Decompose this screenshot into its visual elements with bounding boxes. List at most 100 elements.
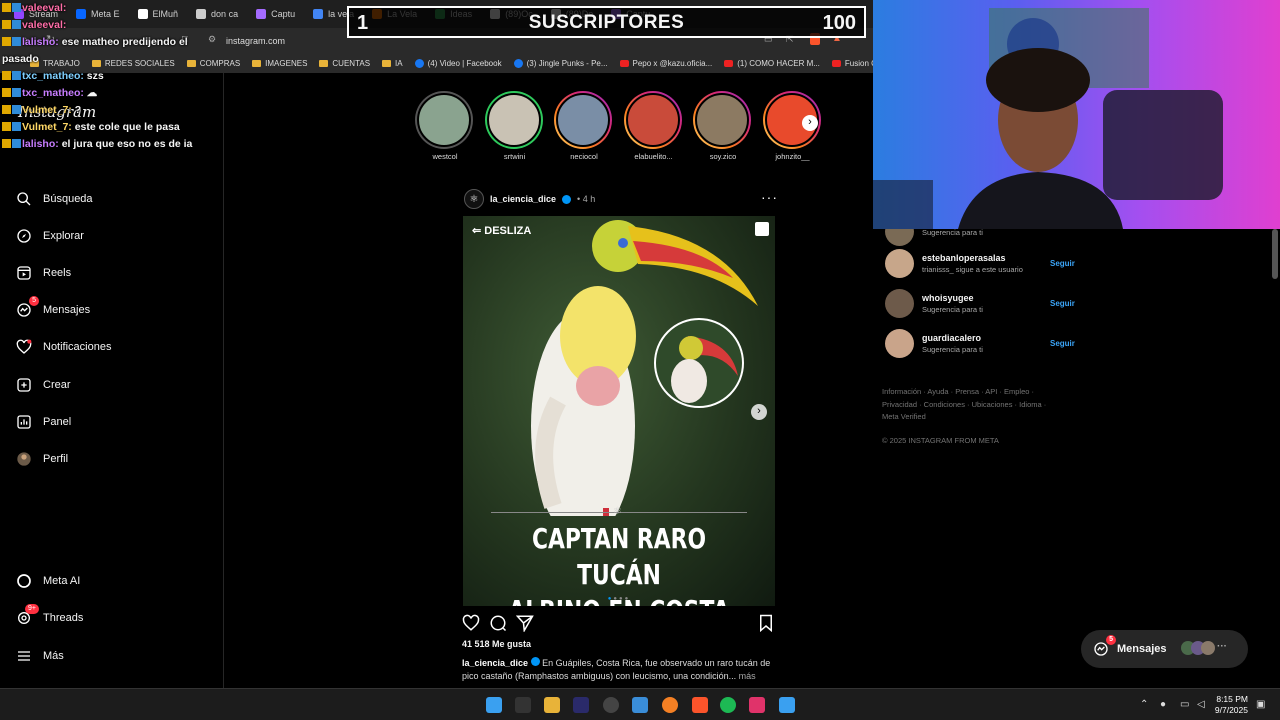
chat-message: valeeval: <box>2 0 227 17</box>
nav-item-reels[interactable]: Reels <box>16 265 71 281</box>
nav-item-explorar[interactable]: Explorar <box>16 228 84 244</box>
comment-icon[interactable] <box>489 614 507 632</box>
nav-item-panel[interactable]: Panel <box>16 414 71 430</box>
avatar[interactable] <box>885 249 914 278</box>
story-ring <box>693 91 751 149</box>
follow-button[interactable]: Seguir <box>1050 339 1075 348</box>
suggestion-username[interactable]: estebanloperasalas <box>922 253 1023 263</box>
suggestion-subtitle: trianisss_ sigue a este usuario <box>922 265 1023 274</box>
bookmark-label: (4) Video | Facebook <box>427 58 502 68</box>
suggestion-username[interactable]: guardiacalero <box>922 333 983 343</box>
footer-links-row[interactable]: Información · Ayuda · Prensa · API · Emp… <box>882 386 1062 399</box>
clock-date: 9/7/2025 <box>1214 705 1248 715</box>
nav-item-label: Notificaciones <box>43 341 112 353</box>
capcut-icon[interactable] <box>749 697 765 713</box>
mic-icon[interactable]: ● <box>1160 699 1166 710</box>
avatar[interactable] <box>885 329 914 358</box>
nav-item-label: Meta AI <box>43 575 81 587</box>
network-icon[interactable]: ▭ <box>1180 699 1189 710</box>
suggestion-item[interactable]: whoisyugee Sugerencia para ti <box>885 289 1075 318</box>
nav-item-búsqueda[interactable]: Búsqueda <box>16 191 93 207</box>
chat-username: valeeval: <box>22 2 67 14</box>
nav-item-label: Threads <box>43 612 84 624</box>
suggestion-item[interactable]: guardiacalero Sugerencia para ti <box>885 329 1075 358</box>
footer-links-row[interactable]: Meta Verified <box>882 411 1062 424</box>
save-bookmark-icon[interactable] <box>758 614 774 632</box>
post-author-avatar[interactable]: ⚛ <box>464 189 484 209</box>
story-item[interactable]: soy.zico <box>693 91 753 161</box>
clock[interactable]: 8:15 PM 9/7/2025 <box>1215 694 1248 716</box>
story-item[interactable]: neciocol <box>554 91 614 161</box>
nav-item-perfil[interactable]: Perfil <box>16 451 68 467</box>
nav-item-mensajes[interactable]: 5 Mensajes <box>16 296 90 318</box>
messages-pill-button[interactable]: 5 Mensajes ··· <box>1081 630 1248 668</box>
caption-more-link[interactable]: más <box>739 671 756 681</box>
story-item[interactable]: westcol <box>415 91 475 161</box>
bookmark-label: (3) Jingle Punks - Pe... <box>526 58 608 68</box>
bookmark-item[interactable]: (1) COMO HACER M... <box>724 59 820 68</box>
spotify-icon[interactable] <box>720 697 736 713</box>
caption-author[interactable]: la_ciencia_dice <box>462 658 528 668</box>
nav-item-crear[interactable]: Crear <box>16 377 71 393</box>
nav-item-notificaciones[interactable]: Notificaciones <box>16 339 111 355</box>
file-explorer-icon[interactable] <box>544 697 560 713</box>
folder-icon <box>319 59 329 67</box>
notification-icon[interactable]: ▣ <box>1256 699 1265 710</box>
post-image[interactable]: ⇐ DESLIZA › ⚛ CAPTAN RARO TUCÁN ALBINO E… <box>463 216 775 606</box>
footer-links-row[interactable]: Privacidad · Condiciones · Ubicaciones ·… <box>882 399 1062 412</box>
tray-chevron-icon[interactable]: ⌃ <box>1140 699 1148 710</box>
follow-button[interactable]: Seguir <box>1050 259 1075 268</box>
browser-tab[interactable]: Captu <box>248 3 303 25</box>
epic-games-icon[interactable] <box>515 697 531 713</box>
download-icon[interactable] <box>755 222 769 236</box>
subscriber-goal: 100 <box>822 12 856 34</box>
notes-icon[interactable] <box>779 697 795 713</box>
nav-item-threads[interactable]: 9+ Threads <box>16 604 84 626</box>
follow-button[interactable]: Seguir <box>1050 299 1075 308</box>
bookmark-item[interactable]: (4) Video | Facebook <box>414 58 502 68</box>
headline-line-1: CAPTAN RARO TUCÁN <box>531 522 707 591</box>
suggestion-subtitle: Sugerencia para ti <box>922 305 983 314</box>
youtube-icon <box>831 59 841 67</box>
premiere-icon[interactable] <box>573 697 589 713</box>
nav-item-label: Crear <box>43 379 71 391</box>
chat-username: valeeval: <box>22 19 67 31</box>
nav-item-meta-ai[interactable]: Meta AI <box>16 573 80 589</box>
brave-icon[interactable] <box>692 697 708 713</box>
avatar[interactable] <box>885 289 914 318</box>
bookmark-item[interactable]: CUENTAS <box>319 59 370 68</box>
url-field[interactable]: instagram.com <box>226 36 285 46</box>
chat-badge-icon <box>2 88 11 97</box>
volume-icon[interactable]: ◁ <box>1197 699 1205 710</box>
notepad-icon[interactable] <box>632 697 648 713</box>
bookmark-item[interactable]: IMAGENES <box>252 59 307 68</box>
post-actions <box>462 614 776 632</box>
suggestion-item[interactable]: estebanloperasalas trianisss_ sigue a est… <box>885 249 1075 278</box>
post-options-icon[interactable]: ··· <box>761 189 778 205</box>
bookmark-item[interactable]: IA <box>382 59 403 68</box>
carousel-next-button[interactable]: › <box>751 404 767 420</box>
story-item[interactable]: elabuelito... <box>623 91 684 161</box>
story-item[interactable]: srtwini <box>484 91 545 161</box>
obs-icon[interactable] <box>603 697 619 713</box>
share-plane-icon[interactable] <box>516 614 534 632</box>
bookmark-item[interactable]: (3) Jingle Punks - Pe... <box>513 58 608 68</box>
suggestion-username[interactable]: whoisyugee <box>922 293 983 303</box>
suggestion-text: guardiacalero Sugerencia para ti <box>922 333 983 354</box>
bookmark-item[interactable]: Pepo x @kazu.oficia... <box>619 59 712 68</box>
post-author-name[interactable]: la_ciencia_dice <box>490 194 556 204</box>
messenger-icon: 5 <box>16 296 39 318</box>
like-heart-icon[interactable] <box>462 614 480 632</box>
like-count[interactable]: 41 518 Me gusta <box>462 639 531 649</box>
stories-next-button[interactable]: › <box>802 115 818 131</box>
scrollbar[interactable] <box>1272 229 1278 279</box>
chat-message: txc_matheo: ☁ <box>2 85 227 102</box>
app-icon[interactable] <box>662 697 678 713</box>
chat-text: el jura que eso no es de ia <box>61 138 193 150</box>
nav-item-más[interactable]: Más <box>16 648 64 664</box>
nav-item-label: Perfil <box>43 453 69 465</box>
toucan-illustration <box>531 220 758 516</box>
facebook-icon <box>414 58 424 68</box>
bookmark-item[interactable]: Fusion Cl <box>831 59 879 68</box>
start-icon[interactable] <box>486 697 502 713</box>
